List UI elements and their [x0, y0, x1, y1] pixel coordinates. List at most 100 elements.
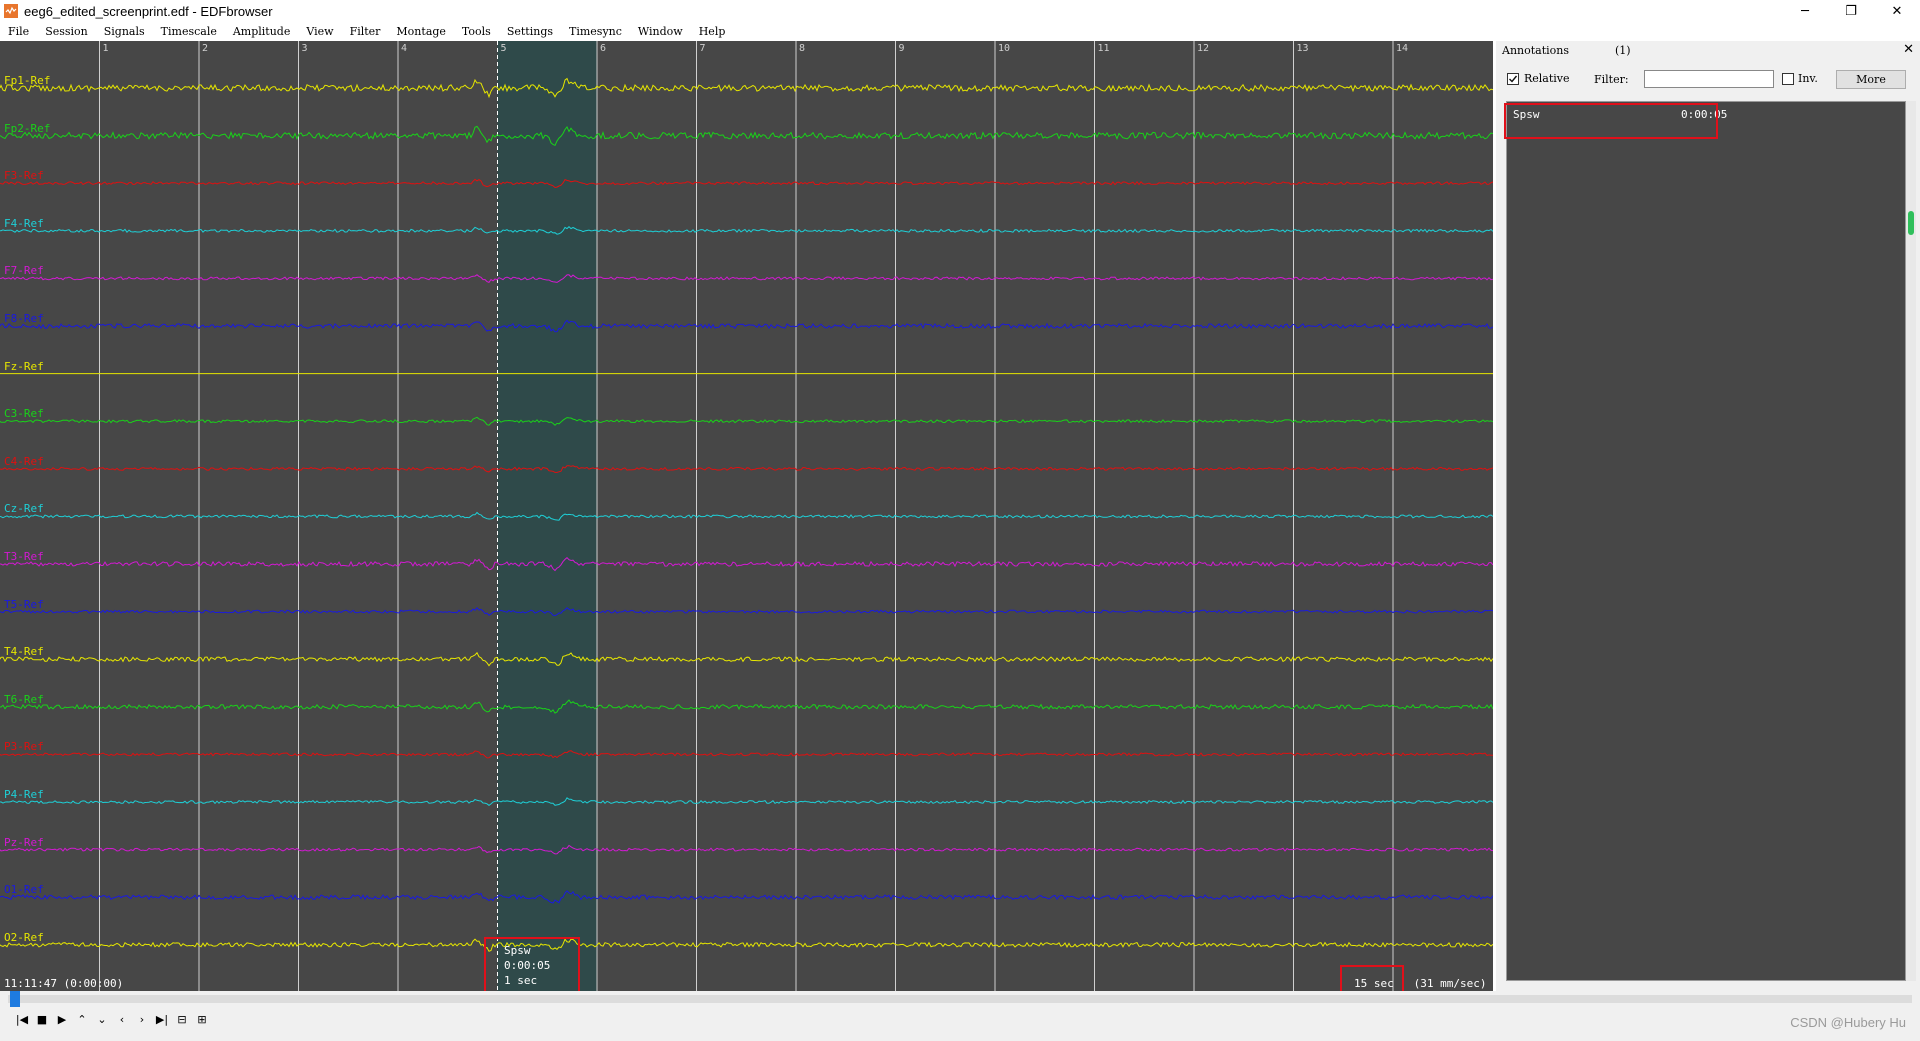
channel-label[interactable]: P4-Ref [4, 788, 44, 801]
menu-view[interactable]: View [298, 25, 341, 38]
skip-start-icon[interactable]: |◀ [14, 1011, 30, 1027]
second-mark-label: 1 [102, 43, 109, 54]
second-mark-label: 7 [699, 43, 706, 54]
signal-trace [0, 750, 1493, 759]
menu-amplitude[interactable]: Amplitude [225, 25, 299, 38]
channel-label[interactable]: F7-Ref [4, 264, 44, 277]
second-mark-label: 10 [998, 43, 1011, 54]
menu-signals[interactable]: Signals [96, 25, 153, 38]
minimize-button[interactable]: ─ [1782, 0, 1828, 22]
annotations-list[interactable]: Spsw 0:00:05 [1506, 101, 1906, 981]
channel-label[interactable]: F3-Ref [4, 169, 44, 182]
signal-trace [0, 651, 1493, 667]
menu-window[interactable]: Window [630, 25, 691, 38]
channel-label[interactable]: C3-Ref [4, 407, 44, 420]
channel-label[interactable]: T4-Ref [4, 645, 44, 658]
second-mark-label: 5 [500, 43, 507, 54]
signal-trace [0, 844, 1493, 855]
signal-display[interactable]: Fp1-Ref Fp2-Ref F3-Ref F4-Ref F7-Ref F8-Ref Fz… [0, 41, 1493, 991]
signal-trace [0, 178, 1493, 189]
title-bar: eeg6_edited_screenprint.edf - EDFbrowser… [0, 0, 1920, 22]
channel-label[interactable]: Cz-Ref [4, 502, 44, 515]
menu-tools[interactable]: Tools [454, 25, 499, 38]
time-scroll-thumb[interactable] [10, 991, 20, 1007]
more-button[interactable]: More [1836, 70, 1906, 89]
second-mark-label: 9 [898, 43, 905, 54]
signal-trace [0, 890, 1493, 904]
channel-label[interactable]: Pz-Ref [4, 836, 44, 849]
annotations-scrollbar[interactable] [1906, 101, 1916, 981]
channel-label[interactable]: O2-Ref [4, 931, 44, 944]
filter-input[interactable] [1644, 70, 1774, 88]
signal-trace [0, 511, 1493, 521]
zoom-in-icon[interactable]: ⊞ [194, 1011, 210, 1027]
highlight-box-annotation-item [1504, 103, 1718, 139]
channel-label[interactable]: Fp1-Ref [4, 74, 50, 87]
page-back-icon[interactable]: ‹ [114, 1011, 130, 1027]
play-icon[interactable]: ▶ [54, 1011, 70, 1027]
channel-label[interactable]: F4-Ref [4, 217, 44, 230]
maximize-button[interactable]: ❐ [1828, 0, 1874, 22]
watermark: CSDN @Hubery Hu [1790, 1015, 1906, 1030]
menu-settings[interactable]: Settings [499, 25, 561, 38]
signal-trace [0, 699, 1493, 714]
window-title: eeg6_edited_screenprint.edf - EDFbrowser [24, 3, 273, 19]
second-mark-label: 3 [301, 43, 308, 54]
annotations-scroll-thumb[interactable] [1908, 211, 1914, 235]
channel-label[interactable]: T3-Ref [4, 550, 44, 563]
annotations-panel: Annotations (1) ✕ Relative Filter: Inv. … [1496, 41, 1920, 991]
app-icon [4, 4, 18, 18]
relative-label: Relative [1524, 72, 1570, 85]
start-time: 11:11:47 (0:00:00) [4, 977, 124, 990]
zoom-out-icon[interactable]: ⊟ [174, 1011, 190, 1027]
menu-session[interactable]: Session [37, 25, 96, 38]
second-mark-label: 13 [1296, 43, 1309, 54]
signal-trace [0, 274, 1493, 284]
channel-label[interactable]: T5-Ref [4, 598, 44, 611]
page-forward-icon[interactable]: › [134, 1011, 150, 1027]
close-button[interactable]: ✕ [1874, 0, 1920, 22]
signal-trace [0, 938, 1493, 952]
channel-label[interactable]: O1-Ref [4, 883, 44, 896]
menu-filter[interactable]: Filter [342, 25, 389, 38]
signal-trace [0, 557, 1493, 572]
stop-icon[interactable]: ■ [34, 1011, 50, 1027]
signal-trace [0, 416, 1493, 426]
signal-trace [0, 77, 1493, 99]
channel-label[interactable]: Fz-Ref [4, 360, 44, 373]
signal-trace [0, 797, 1493, 807]
close-icon[interactable]: ✕ [1903, 42, 1914, 57]
annotations-toolbar: Relative Filter: Inv. More [1496, 69, 1920, 91]
menu-help[interactable]: Help [691, 25, 734, 38]
relative-checkbox[interactable] [1507, 73, 1519, 85]
signal-canvas[interactable] [0, 41, 1493, 991]
menu-file[interactable]: File [0, 25, 37, 38]
time-scrollbar[interactable] [8, 991, 1912, 1007]
second-mark-label: 14 [1396, 43, 1409, 54]
menu-montage[interactable]: Montage [388, 25, 454, 38]
channel-label[interactable]: T6-Ref [4, 693, 44, 706]
channel-label[interactable]: F8-Ref [4, 312, 44, 325]
signal-trace [0, 319, 1493, 333]
speed-value: (31 mm/sec) [1413, 977, 1487, 990]
second-mark-label: 6 [600, 43, 607, 54]
amplitude-down-icon[interactable]: ⌄ [94, 1011, 110, 1027]
second-mark-label: 11 [1097, 43, 1110, 54]
inv-checkbox[interactable] [1782, 73, 1794, 85]
second-mark-label: 4 [401, 43, 408, 54]
channel-label[interactable]: C4-Ref [4, 455, 44, 468]
second-mark-label: 2 [202, 43, 209, 54]
signal-trace [0, 125, 1493, 147]
highlight-box-annotation [484, 937, 580, 991]
signal-trace [0, 465, 1493, 473]
annotations-count: (1) [1615, 43, 1631, 57]
skip-end-icon[interactable]: ▶| [154, 1011, 170, 1027]
channel-label[interactable]: P3-Ref [4, 740, 44, 753]
menu-timesync[interactable]: Timesync [561, 25, 630, 38]
checkmark-icon [1509, 75, 1518, 83]
highlight-box-timescale [1340, 965, 1404, 991]
menu-timescale[interactable]: Timescale [153, 25, 225, 38]
signal-trace [0, 226, 1493, 235]
channel-label[interactable]: Fp2-Ref [4, 122, 50, 135]
amplitude-up-icon[interactable]: ⌃ [74, 1011, 90, 1027]
